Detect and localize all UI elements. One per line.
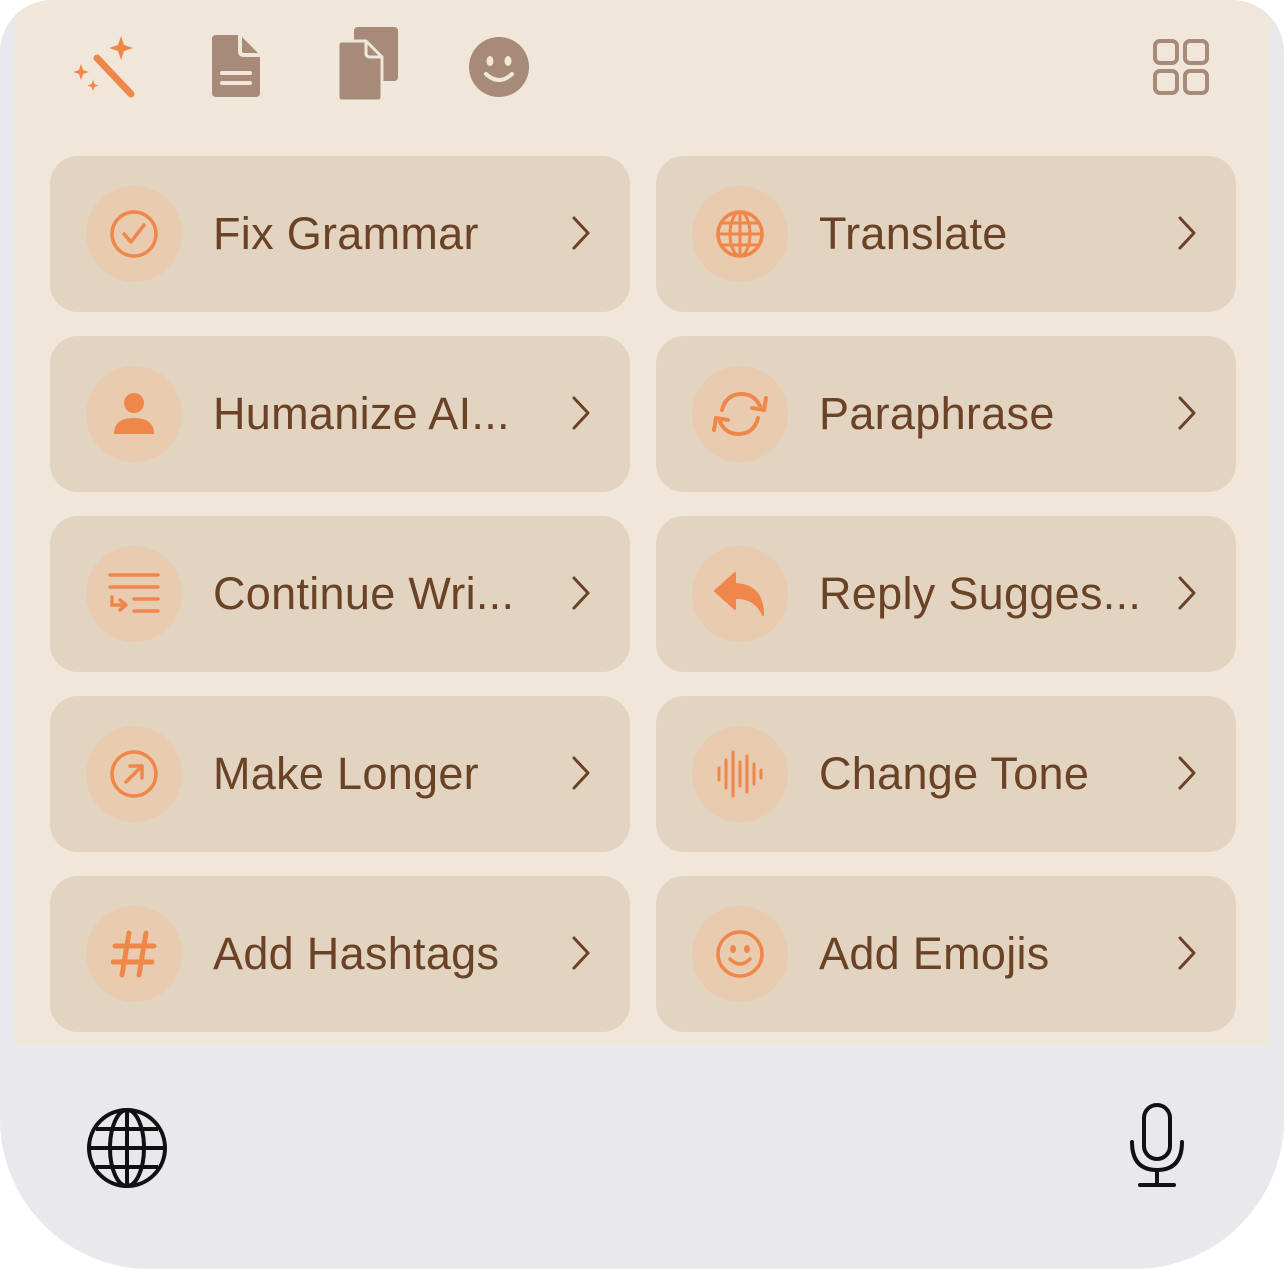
- top-toolbar: [14, 0, 1270, 140]
- translate-button[interactable]: Translate: [656, 156, 1236, 312]
- chevron-right-icon: [572, 936, 590, 970]
- icon-badge: [86, 366, 182, 462]
- action-label: Humanize AI...: [213, 388, 510, 439]
- microphone-icon: [1130, 1103, 1184, 1187]
- reply-suggestions-button[interactable]: Reply Sugges...: [656, 516, 1236, 672]
- globe-icon: [87, 1108, 167, 1188]
- continue-writing-button[interactable]: Continue Wri...: [50, 516, 630, 672]
- dictation-button[interactable]: [1128, 1102, 1186, 1195]
- reply-arrow-icon: [714, 572, 764, 616]
- emoji-button[interactable]: [466, 34, 532, 100]
- icon-badge: [86, 726, 182, 822]
- hashtag-icon: [111, 930, 157, 978]
- action-label: Make Longer: [213, 748, 479, 799]
- icon-badge: [86, 906, 182, 1002]
- document-icon: [212, 35, 260, 97]
- grid-icon: [1153, 39, 1209, 95]
- action-label: Add Hashtags: [213, 928, 500, 979]
- action-label: Paraphrase: [819, 388, 1055, 439]
- paraphrase-button[interactable]: Paraphrase: [656, 336, 1236, 492]
- emoji-icon: [716, 930, 764, 978]
- document-button[interactable]: [204, 30, 268, 102]
- icon-badge: [86, 186, 182, 282]
- waveform-icon: [717, 750, 763, 798]
- chevron-right-icon: [1178, 936, 1196, 970]
- action-label: Continue Wri...: [213, 568, 515, 619]
- icon-badge: [692, 366, 788, 462]
- make-longer-button[interactable]: Make Longer: [50, 696, 630, 852]
- checkmark-circle-icon: [110, 210, 158, 258]
- chevron-right-icon: [572, 576, 590, 610]
- action-label: Add Emojis: [819, 928, 1050, 979]
- icon-badge: [86, 546, 182, 642]
- copy-documents-icon: [336, 27, 398, 103]
- refresh-arrows-icon: [712, 391, 768, 437]
- icon-badge: [692, 546, 788, 642]
- action-label: Change Tone: [819, 748, 1090, 799]
- arrow-up-right-circle-icon: [110, 750, 158, 798]
- add-emojis-button[interactable]: Add Emojis: [656, 876, 1236, 1032]
- action-label: Translate: [819, 208, 1008, 259]
- humanize-ai-button[interactable]: Humanize AI...: [50, 336, 630, 492]
- chevron-right-icon: [572, 756, 590, 790]
- chevron-right-icon: [1178, 216, 1196, 250]
- chevron-right-icon: [572, 216, 590, 250]
- action-label: Reply Sugges...: [819, 568, 1142, 619]
- icon-badge: [692, 906, 788, 1002]
- magic-wand-button[interactable]: [64, 30, 144, 100]
- keyboard-extension: Fix Grammar Translate Humanize AI... Par…: [0, 0, 1284, 1269]
- magic-wand-icon: [73, 36, 135, 98]
- grid-button[interactable]: [1152, 38, 1210, 101]
- add-hashtags-button[interactable]: Add Hashtags: [50, 876, 630, 1032]
- smiley-face-icon: [469, 37, 529, 97]
- person-icon: [114, 393, 154, 434]
- copy-button[interactable]: [332, 24, 404, 104]
- globe-icon: [716, 210, 764, 258]
- action-label: Fix Grammar: [213, 208, 479, 259]
- chevron-right-icon: [1178, 756, 1196, 790]
- change-tone-button[interactable]: Change Tone: [656, 696, 1236, 852]
- chevron-right-icon: [1178, 396, 1196, 430]
- switch-keyboard-button[interactable]: [86, 1107, 168, 1194]
- text-continue-icon: [108, 573, 160, 613]
- chevron-right-icon: [1178, 576, 1196, 610]
- icon-badge: [692, 186, 788, 282]
- ai-actions-panel: Fix Grammar Translate Humanize AI... Par…: [14, 0, 1270, 1044]
- chevron-right-icon: [572, 396, 590, 430]
- icon-badge: [692, 726, 788, 822]
- fix-grammar-button[interactable]: Fix Grammar: [50, 156, 630, 312]
